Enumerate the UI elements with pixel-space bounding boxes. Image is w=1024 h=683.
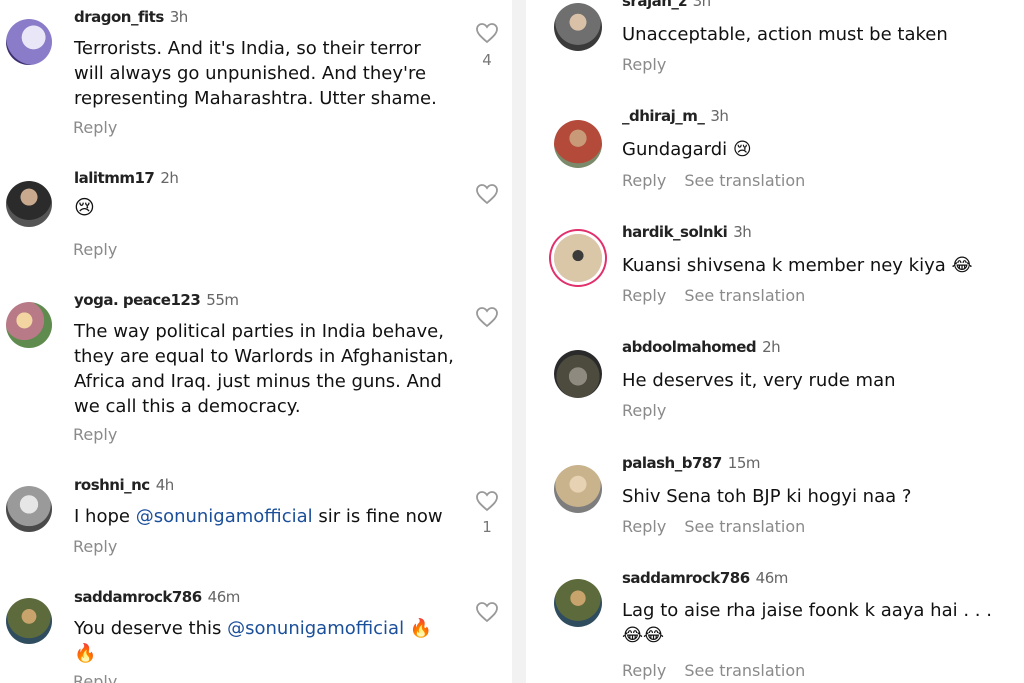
see-translation-button[interactable]: See translation: [684, 661, 805, 680]
right-comment-column: srajan_z 3h Unacceptable, action must be …: [528, 0, 1024, 683]
comment-actions: Reply: [73, 240, 135, 259]
comment-timestamp: 4h: [155, 476, 175, 494]
comment-actions: Reply: [73, 672, 135, 683]
avatar[interactable]: [554, 3, 602, 51]
comment-timestamp: 3h: [710, 107, 729, 125]
reply-button[interactable]: Reply: [73, 118, 117, 137]
reply-button[interactable]: Reply: [622, 286, 666, 305]
see-translation-button[interactable]: See translation: [684, 171, 805, 190]
comment-actions: Reply See translation: [622, 661, 823, 680]
avatar[interactable]: [6, 302, 52, 348]
reply-button[interactable]: Reply: [622, 171, 666, 190]
comment-username[interactable]: abdoolmahomed 2h: [622, 338, 781, 356]
reply-button[interactable]: Reply: [73, 240, 117, 259]
comment-timestamp: 3h: [692, 0, 712, 10]
comment-username[interactable]: _dhiraj_m_ 3h: [622, 107, 729, 125]
comment-username[interactable]: lalitmm17 2h: [74, 169, 179, 187]
avatar[interactable]: [554, 234, 602, 282]
heart-icon[interactable]: [475, 22, 499, 44]
avatar[interactable]: [554, 465, 602, 513]
comment-timestamp: 2h: [762, 338, 781, 356]
comment-timestamp: 15m: [727, 454, 761, 472]
comment-username[interactable]: yoga. peace123 55m: [74, 291, 239, 309]
see-translation-button[interactable]: See translation: [684, 517, 805, 536]
avatar[interactable]: [554, 350, 602, 398]
comment-username[interactable]: saddamrock786 46m: [622, 569, 788, 587]
comment-timestamp: 46m: [755, 569, 789, 587]
comment-actions: Reply See translation: [622, 517, 823, 536]
comment-text: Shiv Sena toh BJP ki hogyi naa ?: [622, 486, 912, 507]
left-comment-column: dragon_fits 3h Terrorists. And it's India…: [0, 0, 508, 683]
reply-button[interactable]: Reply: [73, 672, 117, 683]
comment-text: Lag to aise rha jaise foonk k aaya hai .…: [622, 600, 992, 646]
like-count: 4: [482, 51, 492, 69]
comment-actions: Reply See translation: [622, 171, 823, 190]
comment-timestamp: 46m: [207, 588, 241, 606]
like-count: 1: [482, 518, 492, 536]
comment-text: I hope @sonunigamofficial sir is fine no…: [74, 506, 443, 527]
comment-username[interactable]: dragon_fits 3h: [74, 8, 188, 26]
heart-icon[interactable]: [475, 183, 499, 205]
reply-button[interactable]: Reply: [622, 661, 666, 680]
avatar[interactable]: [6, 486, 52, 532]
comment-text: 😢: [74, 195, 95, 219]
avatar[interactable]: [554, 120, 602, 168]
comment-actions: Reply: [73, 425, 135, 444]
comment-timestamp: 3h: [169, 8, 189, 26]
comment-text: He deserves it, very rude man: [622, 370, 896, 391]
reply-button[interactable]: Reply: [73, 537, 117, 556]
comment-text: Kuansi shivsena k member ney kiya 😂: [622, 255, 973, 276]
heart-icon[interactable]: [475, 601, 499, 623]
reply-button[interactable]: Reply: [622, 517, 666, 536]
avatar[interactable]: [554, 579, 602, 627]
avatar[interactable]: [6, 19, 52, 65]
comment-text: The way political parties in India behav…: [74, 321, 454, 417]
comment-username[interactable]: srajan_z 3h: [622, 0, 711, 10]
comment-text: Terrorists. And it's India, so their ter…: [74, 38, 437, 109]
comment-actions: Reply See translation: [622, 286, 823, 305]
comment-username[interactable]: saddamrock786 46m: [74, 588, 240, 606]
comment-text: You deserve this @sonunigamofficial 🔥 🔥: [74, 618, 433, 664]
column-divider: [512, 0, 526, 683]
comment-actions: Reply: [622, 401, 684, 420]
comment-username[interactable]: palash_b787 15m: [622, 454, 760, 472]
comment-actions: Reply: [73, 537, 135, 556]
comment-actions: Reply: [73, 118, 135, 137]
see-translation-button[interactable]: See translation: [684, 286, 805, 305]
reply-button[interactable]: Reply: [622, 55, 666, 74]
comment-actions: Reply: [622, 55, 684, 74]
avatar[interactable]: [6, 181, 52, 227]
comment-username[interactable]: hardik_solnki 3h: [622, 223, 752, 241]
mention-link[interactable]: @sonunigamofficial: [227, 618, 404, 639]
reply-button[interactable]: Reply: [73, 425, 117, 444]
comment-timestamp: 55m: [206, 291, 239, 309]
avatar[interactable]: [6, 598, 52, 644]
comment-text: Gundagardi 😢: [622, 139, 752, 160]
comment-username[interactable]: roshni_nc 4h: [74, 476, 174, 494]
comment-timestamp: 3h: [733, 223, 752, 241]
comment-timestamp: 2h: [160, 169, 179, 187]
heart-icon[interactable]: [475, 306, 499, 328]
heart-icon[interactable]: [475, 490, 499, 512]
mention-link[interactable]: @sonunigamofficial: [136, 506, 313, 527]
reply-button[interactable]: Reply: [622, 401, 666, 420]
comment-text: Unacceptable, action must be taken: [622, 24, 948, 45]
